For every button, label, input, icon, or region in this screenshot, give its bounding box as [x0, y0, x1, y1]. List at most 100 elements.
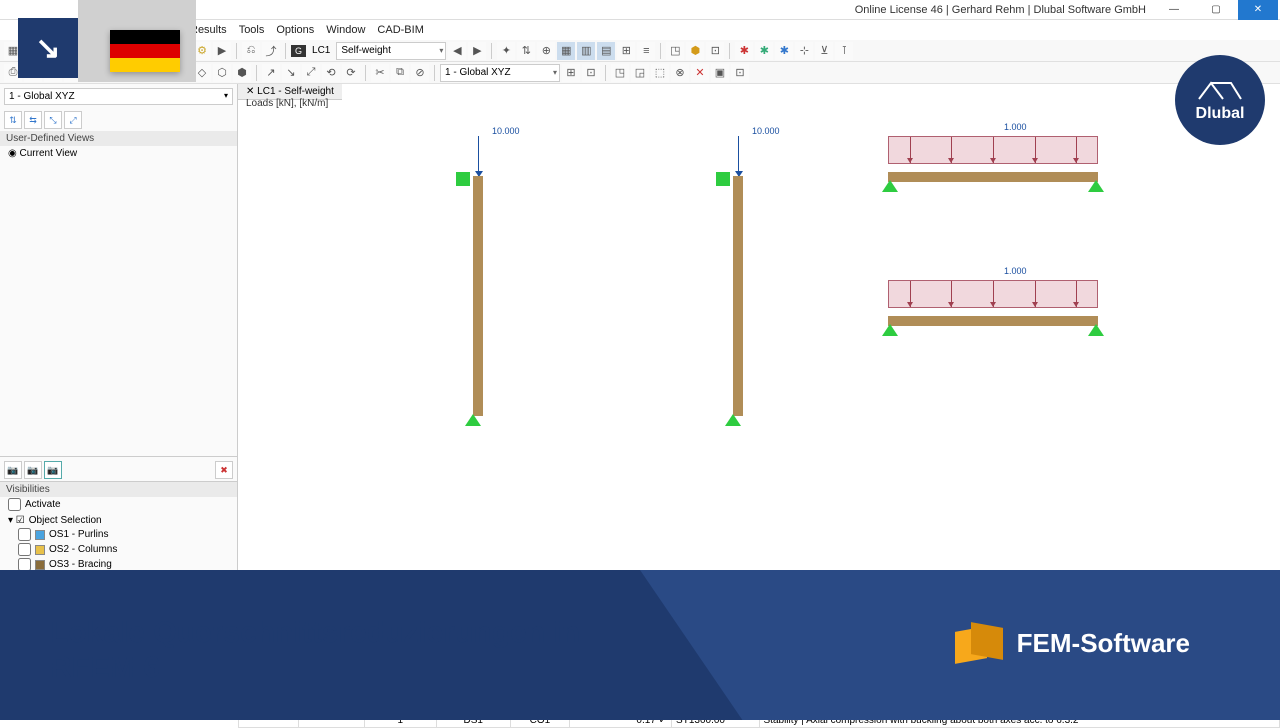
- menu-cadbim[interactable]: CAD-BIM: [377, 24, 423, 36]
- tree-item[interactable]: OS1 - Purlins: [4, 527, 233, 542]
- tool-icon[interactable]: ▤: [597, 42, 615, 60]
- load-label: 1.000: [1004, 266, 1027, 276]
- support-icon: [882, 180, 898, 192]
- cube-icon: [955, 621, 999, 665]
- delete-icon[interactable]: ✖: [215, 461, 233, 479]
- load-arrow-icon: [478, 136, 479, 176]
- support-icon: [1088, 180, 1104, 192]
- current-view-radio[interactable]: ◉ Current View: [0, 146, 237, 161]
- load-label: 10.000: [492, 126, 520, 136]
- tool-icon[interactable]: ⊕: [537, 42, 555, 60]
- tool-icon[interactable]: ⧉: [391, 64, 409, 82]
- load-arrow-icon: [738, 136, 739, 176]
- tool-icon[interactable]: ⊺: [835, 42, 853, 60]
- column-member[interactable]: [733, 176, 743, 416]
- view-icon-row: ⇅ ⇆ ⤡ ⤢: [0, 109, 237, 131]
- license-text: Online License 46 | Gerhard Rehm | Dluba…: [849, 4, 1152, 16]
- camera-icon[interactable]: 📷: [44, 461, 62, 479]
- tool-icon[interactable]: ⊞: [617, 42, 635, 60]
- minimize-button[interactable]: —: [1154, 0, 1194, 20]
- column-member[interactable]: [473, 176, 483, 416]
- tool-icon[interactable]: ⬢: [233, 64, 251, 82]
- tool-icon[interactable]: ⊹: [795, 42, 813, 60]
- tool-icon[interactable]: ▶: [468, 42, 486, 60]
- arrow-box-icon: ↘: [18, 18, 78, 78]
- coord-combo[interactable]: 1 - Global XYZ: [440, 64, 560, 82]
- tool-icon[interactable]: ⬡: [213, 64, 231, 82]
- tool-icon[interactable]: ⟳: [342, 64, 360, 82]
- tool-icon[interactable]: ↘: [282, 64, 300, 82]
- load-label: 1.000: [1004, 122, 1027, 132]
- dlubal-logo: Dlubal: [1175, 55, 1265, 145]
- distributed-load-icon: [888, 136, 1098, 164]
- tool-icon[interactable]: ▦: [557, 42, 575, 60]
- maximize-button[interactable]: ▢: [1196, 0, 1236, 20]
- camera-icon[interactable]: 📷: [24, 461, 42, 479]
- tool-icon[interactable]: ⊞: [562, 64, 580, 82]
- tool-icon[interactable]: ◳: [611, 64, 629, 82]
- camera-icon[interactable]: 📷: [4, 461, 22, 479]
- tool-icon[interactable]: ⬚: [651, 64, 669, 82]
- germany-flag-icon: [110, 30, 180, 72]
- tool-icon[interactable]: ⇅: [517, 42, 535, 60]
- coord-system-combo[interactable]: 1 - Global XYZ: [4, 88, 233, 105]
- tool-icon[interactable]: ▣: [711, 64, 729, 82]
- tree-item[interactable]: OS2 - Columns: [4, 542, 233, 557]
- tool-icon[interactable]: ⊡: [706, 42, 724, 60]
- support-icon: [725, 414, 741, 426]
- tool-icon[interactable]: ⬢: [686, 42, 704, 60]
- units-label: Loads [kN], [kN/m]: [246, 98, 328, 109]
- support-icon: [465, 414, 481, 426]
- support-icon: [882, 324, 898, 336]
- view-icon[interactable]: ⤡: [44, 111, 62, 129]
- left-panel: 1 - Global XYZ ⇅ ⇆ ⤡ ⤢ User-Defined View…: [0, 84, 238, 604]
- tool-icon[interactable]: ✦: [497, 42, 515, 60]
- view-icon[interactable]: ⇆: [24, 111, 42, 129]
- menu-window[interactable]: Window: [326, 24, 365, 36]
- activate-checkbox[interactable]: Activate: [0, 497, 237, 512]
- hinge-icon: [456, 172, 470, 186]
- hinge-icon: [716, 172, 730, 186]
- tool-icon[interactable]: ⊻: [815, 42, 833, 60]
- view-icon[interactable]: ⇅: [4, 111, 22, 129]
- tool-icon[interactable]: ✱: [755, 42, 773, 60]
- loadcase-combo[interactable]: Self-weight: [336, 42, 446, 60]
- lc-id: LC1: [308, 45, 334, 56]
- banner-title: Lokale Querschnittsreduzierungen in RFEM…: [50, 616, 580, 685]
- tool-icon[interactable]: ✂: [371, 64, 389, 82]
- beam-member[interactable]: [888, 316, 1098, 326]
- tool-icon[interactable]: ↗: [262, 64, 280, 82]
- support-icon: [1088, 324, 1104, 336]
- tool-icon[interactable]: ⤢: [302, 64, 320, 82]
- close-button[interactable]: ✕: [1238, 0, 1278, 20]
- tool-icon[interactable]: ✱: [775, 42, 793, 60]
- menu-options[interactable]: Options: [276, 24, 314, 36]
- tool-icon[interactable]: ◀: [448, 42, 466, 60]
- visibilities-header: Visibilities: [0, 482, 237, 497]
- tool-icon[interactable]: ⊘: [411, 64, 429, 82]
- tool-icon[interactable]: ▥: [577, 42, 595, 60]
- beam-member[interactable]: [888, 172, 1098, 182]
- tool-icon[interactable]: ⊗: [671, 64, 689, 82]
- distributed-load-icon: [888, 280, 1098, 308]
- tool-icon[interactable]: ≡: [637, 42, 655, 60]
- model-viewport[interactable]: ✕ LC1 - Self-weight Loads [kN], [kN/m] 1…: [238, 84, 1280, 604]
- menu-tools[interactable]: Tools: [239, 24, 265, 36]
- tree-root[interactable]: ▾ ☑ Object Selection: [4, 514, 233, 527]
- tool-icon[interactable]: ⊡: [582, 64, 600, 82]
- tool-icon[interactable]: ▶: [213, 42, 231, 60]
- tool-icon[interactable]: ◳: [666, 42, 684, 60]
- tool-icon[interactable]: ◲: [631, 64, 649, 82]
- lc-badge: G: [291, 45, 306, 57]
- tool-icon[interactable]: ⤴: [262, 42, 280, 60]
- views-header: User-Defined Views: [0, 131, 237, 146]
- main-area: 1 - Global XYZ ⇅ ⇆ ⤡ ⤢ User-Defined View…: [0, 84, 1280, 604]
- fem-software-label: FEM-Software: [955, 621, 1190, 665]
- tool-icon[interactable]: ⎌: [242, 42, 260, 60]
- view-icon[interactable]: ⤢: [64, 111, 82, 129]
- tool-icon[interactable]: ✱: [735, 42, 753, 60]
- tool-icon[interactable]: ✕: [691, 64, 709, 82]
- tool-icon[interactable]: ⊡: [731, 64, 749, 82]
- tool-icon[interactable]: ⟲: [322, 64, 340, 82]
- load-label: 10.000: [752, 126, 780, 136]
